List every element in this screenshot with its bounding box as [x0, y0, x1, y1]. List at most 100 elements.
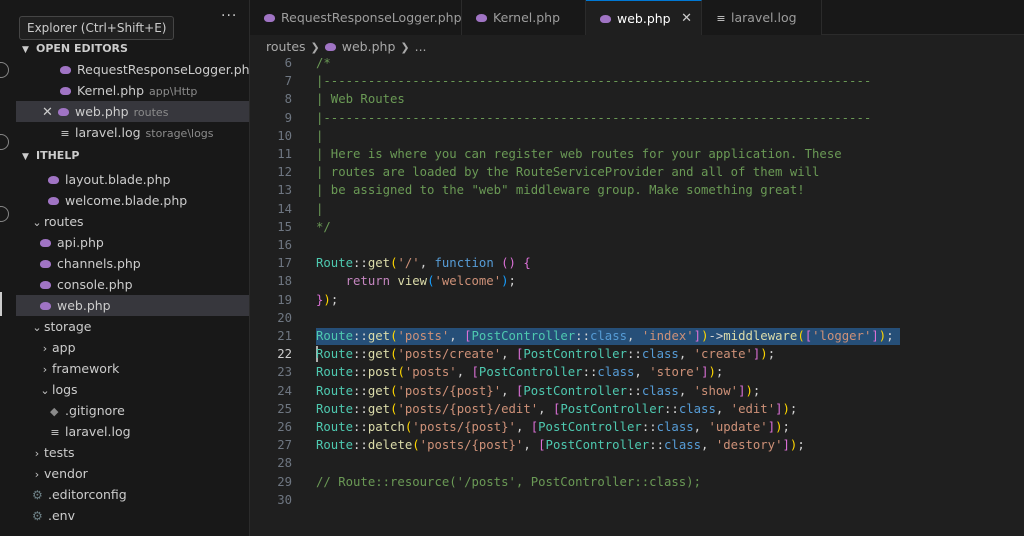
file-label: api.php — [57, 235, 104, 250]
code-editor[interactable]: 6 /* 7 |----------------------------------… — [250, 58, 1024, 536]
code-text: Route::get('posts/create', [PostControll… — [316, 347, 776, 362]
tree-item[interactable]: channels.php — [16, 253, 249, 274]
line-number: 23 — [277, 365, 292, 380]
chevron-down-icon: ⌄ — [40, 384, 50, 397]
tab-request-response-logger[interactable]: RequestResponseLogger.php — [250, 0, 462, 35]
tree-folder-logs[interactable]: ⌄ logs — [16, 379, 249, 400]
open-editor-item[interactable]: ≡ laravel.log storage\logs — [16, 122, 249, 143]
line-number: 27 — [277, 438, 292, 453]
chevron-right-icon: › — [34, 468, 40, 481]
line-number: 11 — [277, 147, 292, 161]
tree-item[interactable]: layout.blade.php — [16, 169, 249, 190]
file-label: web.php — [57, 298, 111, 313]
tree-folder-framework[interactable]: › framework — [16, 358, 249, 379]
code-text: /* — [316, 58, 331, 70]
line-number: 16 — [277, 238, 292, 252]
folder-label: logs — [52, 382, 78, 397]
log-file-icon: ≡ — [60, 127, 70, 140]
tab-label: web.php — [617, 11, 671, 26]
file-label: RequestResponseLogger.php... — [77, 62, 250, 77]
editor-tabs: RequestResponseLogger.php Kernel.php web… — [250, 0, 1024, 35]
code-line: 13 | be assigned to the "web" middleware … — [250, 181, 1024, 199]
activity-bar — [0, 0, 16, 536]
tab-label: RequestResponseLogger.php — [281, 10, 462, 25]
chevron-right-icon: › — [34, 447, 40, 460]
code-text: | Web Routes — [316, 92, 405, 107]
code-line: 6 /* — [250, 58, 1024, 72]
code-line: 14 | — [250, 200, 1024, 218]
log-file-icon: ≡ — [716, 12, 726, 25]
tree-item-selected[interactable]: web.php — [16, 295, 249, 316]
open-editors-header[interactable]: ▼ OPEN EDITORS — [16, 38, 249, 59]
folder-label: framework — [52, 361, 120, 376]
file-path-desc: app\Http — [149, 85, 198, 98]
folder-label: storage — [44, 319, 92, 334]
tree-item[interactable]: console.php — [16, 274, 249, 295]
tree-folder-tests[interactable]: › tests — [16, 442, 249, 463]
file-label: laravel.log — [75, 125, 141, 140]
code-text: | routes are loaded by the RouteServiceP… — [316, 165, 820, 180]
tree-item[interactable]: api.php — [16, 232, 249, 253]
breadcrumb-folder[interactable]: routes — [266, 39, 306, 54]
tree-folder-routes[interactable]: ⌄ routes — [16, 211, 249, 232]
php-icon — [48, 175, 59, 184]
php-icon — [40, 280, 51, 289]
run-debug-icon[interactable] — [0, 206, 9, 222]
active-view-indicator — [0, 292, 2, 316]
chevron-down-icon: ▼ — [22, 45, 29, 55]
code-line: 27 Route::delete('posts/{post}', [PostCon… — [250, 436, 1024, 454]
chevron-down-icon: ⌄ — [32, 216, 42, 229]
search-icon[interactable] — [0, 62, 9, 78]
code-text: return view('welcome'); — [345, 274, 516, 289]
php-icon — [264, 13, 275, 22]
close-icon[interactable]: ✕ — [681, 1, 692, 36]
code-line: 17 Route::get('/', function () { — [250, 254, 1024, 272]
file-label: .gitignore — [65, 403, 125, 418]
open-editor-item[interactable]: RequestResponseLogger.php... — [16, 59, 250, 80]
tree-item[interactable]: ≡ laravel.log — [16, 421, 249, 442]
tab-web-php[interactable]: web.php ✕ — [586, 0, 702, 35]
code-text: | Here is where you can register web rou… — [316, 147, 842, 161]
line-number: 12 — [277, 165, 292, 180]
chevron-down-icon: ⌄ — [32, 321, 42, 334]
chevron-right-icon: ❯ — [310, 41, 320, 54]
tab-laravel-log[interactable]: ≡ laravel.log — [702, 0, 822, 35]
tree-folder-app[interactable]: › app — [16, 337, 249, 358]
tab-label: laravel.log — [731, 10, 797, 25]
tree-item[interactable]: ⚙ .editorconfig — [16, 484, 249, 505]
php-icon — [48, 196, 59, 205]
gitignore-icon: ◆ — [50, 405, 59, 418]
open-editor-item[interactable]: Kernel.php app\Http — [16, 80, 249, 101]
breadcrumb-symbol[interactable]: ... — [415, 39, 427, 54]
file-label: console.php — [57, 277, 133, 292]
project-header[interactable]: ▼ ITHELP — [16, 145, 249, 166]
breadcrumb-file[interactable]: web.php — [342, 39, 396, 54]
gear-icon: ⚙ — [32, 488, 43, 502]
tree-item[interactable]: ⚙ .env — [16, 505, 249, 526]
code-text: Route::get('posts/{post}', [PostControll… — [316, 383, 761, 398]
tab-kernel[interactable]: Kernel.php — [462, 0, 586, 35]
open-editor-item-active[interactable]: ✕ web.php routes — [16, 101, 249, 122]
tree-item[interactable]: welcome.blade.php — [16, 190, 249, 211]
explorer-tooltip: Explorer (Ctrl+Shift+E) — [19, 16, 175, 40]
close-icon[interactable]: ✕ — [42, 102, 58, 122]
source-control-icon[interactable] — [0, 134, 9, 150]
file-label: .editorconfig — [48, 487, 127, 502]
folder-label: tests — [44, 445, 75, 460]
code-line: 12 | routes are loaded by the RouteServic… — [250, 163, 1024, 181]
line-number: 20 — [277, 310, 292, 325]
code-text: Route::get('posts/{post}/edit', [PostCon… — [316, 401, 798, 416]
tree-item[interactable]: ◆ .gitignore — [16, 400, 249, 421]
more-actions-button[interactable]: ··· — [221, 8, 237, 24]
code-text: }); — [316, 292, 339, 307]
code-line-selected: 21 Route::get('posts', [PostController::c… — [250, 327, 1024, 345]
tree-folder-storage[interactable]: ⌄ storage — [16, 316, 249, 337]
code-text: | be assigned to the "web" middleware gr… — [316, 183, 805, 198]
chevron-down-icon: ▼ — [22, 152, 29, 162]
file-label: laravel.log — [65, 424, 131, 439]
tree-folder-vendor[interactable]: › vendor — [16, 463, 249, 484]
line-number: 8 — [284, 92, 292, 107]
section-title: OPEN EDITORS — [36, 42, 128, 55]
code-line: 29 // Route::resource('/posts', PostContr… — [250, 473, 1024, 491]
chevron-right-icon: ❯ — [400, 41, 410, 54]
